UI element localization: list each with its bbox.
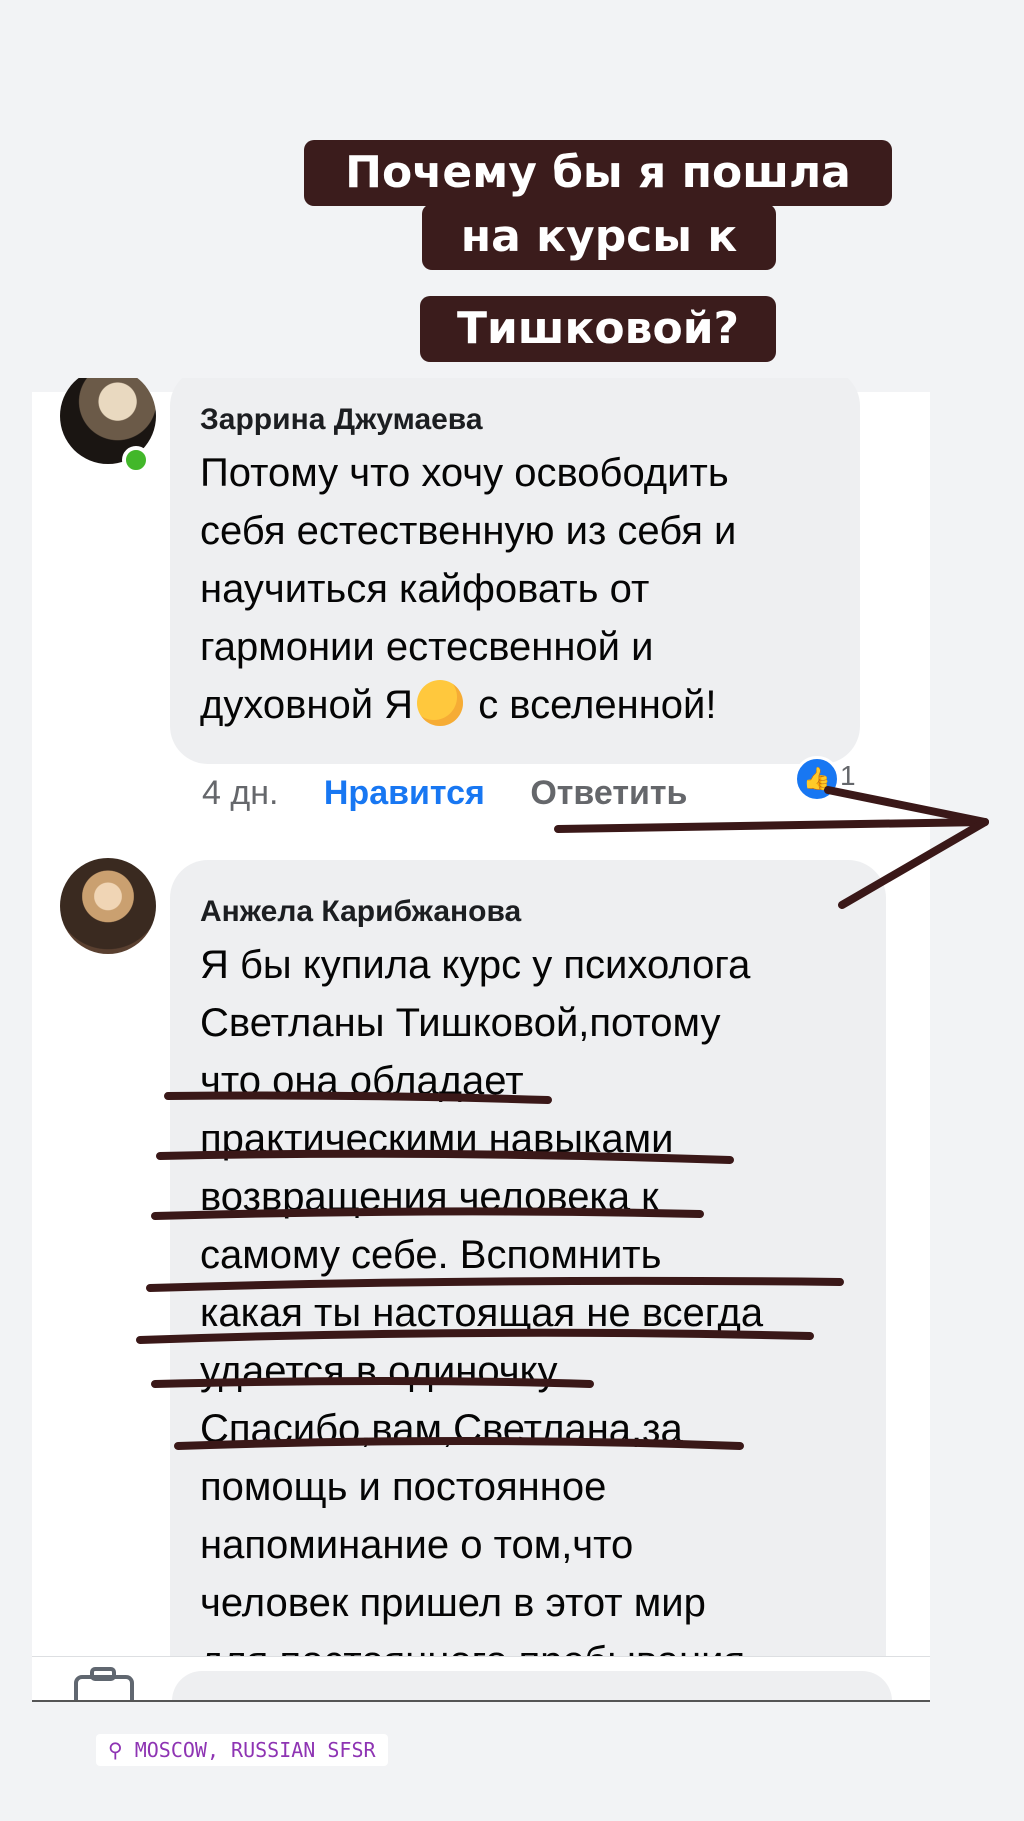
underline-stroke xyxy=(151,1207,704,1220)
underline-stroke xyxy=(164,1091,552,1104)
arrow-head-lower xyxy=(838,818,989,909)
screenshot-bottom-edge xyxy=(32,1700,930,1702)
marker-annotations xyxy=(136,786,989,1450)
arrow-underline xyxy=(554,818,989,833)
location-label: MOSCOW, RUSSIAN SFSR xyxy=(134,1738,376,1762)
location-sticker[interactable]: ⚲ MOSCOW, RUSSIAN SFSR xyxy=(96,1734,388,1766)
underline-stroke xyxy=(146,1276,844,1292)
underline-stroke xyxy=(136,1328,814,1344)
underline-stroke xyxy=(174,1437,744,1450)
location-pin-icon: ⚲ xyxy=(108,1738,123,1762)
underline-stroke xyxy=(156,1149,734,1164)
arrow-head-upper xyxy=(824,786,989,826)
underline-stroke xyxy=(151,1377,594,1388)
